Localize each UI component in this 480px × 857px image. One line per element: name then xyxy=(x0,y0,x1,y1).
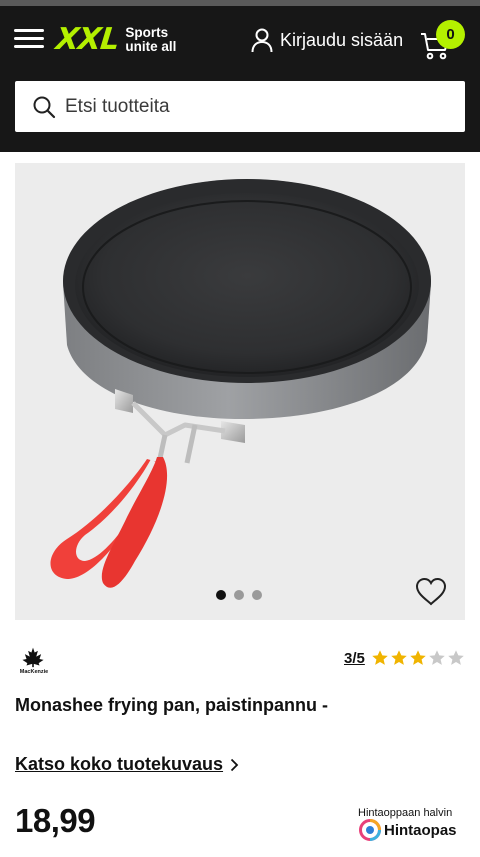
search-input[interactable] xyxy=(65,95,445,118)
brand-name: MacKenzie xyxy=(19,669,49,675)
logo-tagline-line1: Sports xyxy=(125,25,169,40)
cart-count-badge: 0 xyxy=(436,20,465,49)
product-rating[interactable]: 3/5 xyxy=(344,648,465,668)
gallery-dot[interactable] xyxy=(252,590,262,600)
star-icon xyxy=(429,650,445,665)
heart-icon xyxy=(415,577,447,606)
search-bar[interactable] xyxy=(15,81,465,132)
login-button[interactable]: Kirjaudu sisään xyxy=(250,24,403,56)
full-description-link[interactable]: Katso koko tuotekuvaus xyxy=(15,754,239,775)
site-header: XXL Sports unite all Kirjaudu sisään 0 xyxy=(0,6,480,152)
chevron-right-icon xyxy=(230,758,239,771)
logo-tagline: Sports unite all xyxy=(125,26,176,54)
login-label: Kirjaudu sisään xyxy=(280,29,404,50)
gallery-dot[interactable] xyxy=(234,590,244,600)
product-image xyxy=(50,179,431,588)
search-icon xyxy=(33,96,56,118)
menu-icon[interactable] xyxy=(14,26,46,52)
rating-text: 3/5 xyxy=(344,649,365,667)
gallery-dot[interactable] xyxy=(216,590,226,600)
product-image-gallery[interactable] xyxy=(15,163,465,620)
wishlist-button[interactable] xyxy=(415,577,447,607)
product-title: Monashee frying pan, paistinpannu - xyxy=(15,695,329,715)
logo-tagline-line2: unite all xyxy=(125,39,177,54)
logo-mark: XXL xyxy=(54,22,121,57)
star-icon xyxy=(391,650,407,665)
hintaopas-logo-icon xyxy=(359,819,381,841)
hintaopas-badge[interactable]: Hintaopas xyxy=(359,818,457,842)
star-icon xyxy=(448,650,464,665)
gallery-pagination xyxy=(216,590,262,600)
site-logo[interactable]: XXL Sports unite all xyxy=(54,20,176,60)
star-icon xyxy=(372,650,388,665)
rating-stars xyxy=(371,649,465,667)
product-price: 18,99 xyxy=(15,802,96,839)
star-icon xyxy=(410,650,426,665)
full-description-label: Katso koko tuotekuvaus xyxy=(15,754,224,774)
user-icon xyxy=(251,28,273,53)
hintaopas-name: Hintaopas xyxy=(384,821,457,839)
cart-button[interactable]: 0 xyxy=(418,18,468,62)
